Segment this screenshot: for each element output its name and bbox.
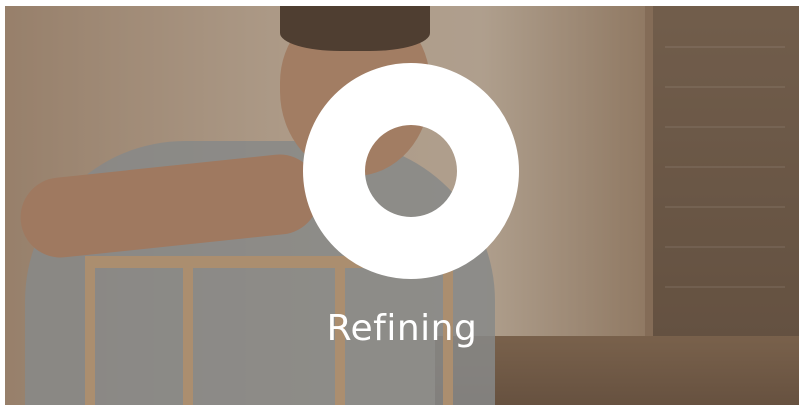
card-title: Refining	[326, 308, 478, 349]
refining-card[interactable]: Refining	[5, 6, 799, 405]
ring-icon	[303, 63, 519, 279]
